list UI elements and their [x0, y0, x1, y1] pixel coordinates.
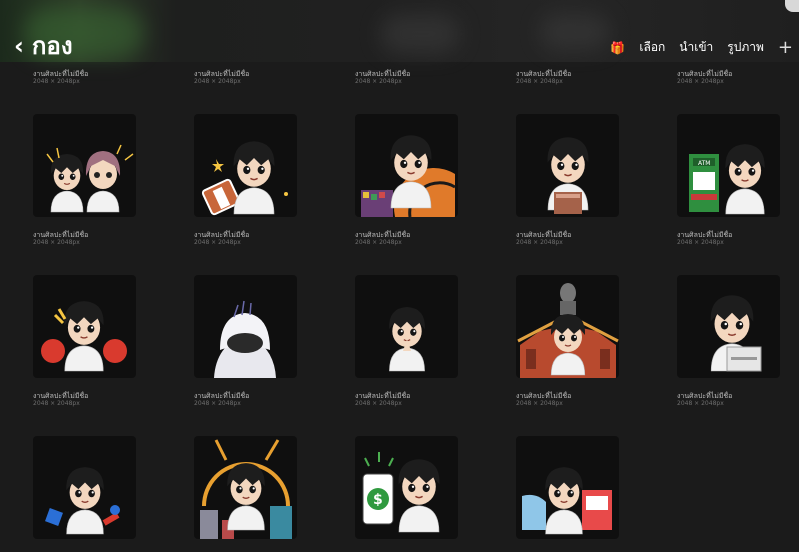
- sticker-boy-holding-paper-icon: [547, 137, 589, 214]
- artwork-thumbnail[interactable]: [355, 275, 458, 378]
- sticker-boy-money-phone-icon: $: [362, 452, 440, 533]
- artwork-label[interactable]: งานศิลปะที่ไม่มีชื่อ 2048 × 2048px: [33, 392, 153, 407]
- sticker-boy-temple-icon: [517, 283, 619, 378]
- sticker-two-friends-icon: [46, 144, 134, 213]
- sticker-boy-city-icon: [200, 439, 292, 539]
- artwork-dimensions: 2048 × 2048px: [677, 78, 724, 85]
- artwork-thumbnail[interactable]: ATM: [677, 114, 780, 217]
- artwork-thumbnail[interactable]: [33, 114, 136, 217]
- artwork-label[interactable]: งานศิลปะที่ไม่มีชื่อ 2048 × 2048px: [194, 231, 314, 246]
- artwork-title: งานศิลปะที่ไม่มีชื่อ: [677, 392, 733, 400]
- artwork-title: งานศิลปะที่ไม่มีชื่อ: [194, 392, 250, 400]
- sticker-boy-market-icon: [522, 467, 612, 535]
- artwork-title: งานศิลปะที่ไม่มีชื่อ: [33, 70, 89, 78]
- artwork-dimensions: 2048 × 2048px: [516, 239, 563, 246]
- artwork-thumbnail[interactable]: [516, 275, 619, 378]
- artwork-title: งานศิลปะที่ไม่มีชื่อ: [355, 231, 411, 239]
- artwork-thumbnail[interactable]: [677, 275, 780, 378]
- sticker-boy-with-goods-icon: [361, 135, 456, 217]
- artwork-title: งานศิลปะที่ไม่มีชื่อ: [677, 70, 733, 78]
- artwork-thumbnail[interactable]: [516, 114, 619, 217]
- artwork-dimensions: 2048 × 2048px: [194, 239, 241, 246]
- artwork-title: งานศิลปะที่ไม่มีชื่อ: [516, 231, 572, 239]
- artwork-dimensions: 2048 × 2048px: [516, 78, 563, 85]
- artwork-title: งานศิลปะที่ไม่มีชื่อ: [355, 70, 411, 78]
- artwork-label[interactable]: งานศิลปะที่ไม่มีชื่อ 2048 × 2048px: [194, 392, 314, 407]
- artwork-label[interactable]: งานศิลปะที่ไม่มีชื่อ 2048 × 2048px: [677, 231, 797, 246]
- artwork-label[interactable]: งานศิลปะที่ไม่มีชื่อ 2048 × 2048px: [355, 231, 475, 246]
- artwork-label[interactable]: งานศิลปะที่ไม่มีชื่อ 2048 × 2048px: [516, 392, 636, 407]
- sticker-boy-toys-icon: [45, 467, 120, 535]
- svg-text:$: $: [373, 492, 383, 508]
- artwork-thumbnail[interactable]: $: [355, 436, 458, 539]
- artwork-dimensions: 2048 × 2048px: [194, 78, 241, 85]
- artwork-dimensions: 2048 × 2048px: [33, 239, 80, 246]
- artwork-label[interactable]: งานศิลปะที่ไม่มีชื่อ 2048 × 2048px: [33, 70, 153, 85]
- sticker-boy-atm-icon: ATM: [689, 144, 765, 215]
- artwork-label[interactable]: งานศิลปะที่ไม่มีชื่อ 2048 × 2048px: [516, 231, 636, 246]
- artwork-title: งานศิลปะที่ไม่มีชื่อ: [677, 231, 733, 239]
- artwork-thumbnail[interactable]: [194, 436, 297, 539]
- artwork-title: งานศิลปะที่ไม่มีชื่อ: [516, 392, 572, 400]
- sticker-hooded-figure-icon: [214, 300, 276, 378]
- artwork-dimensions: 2048 × 2048px: [33, 78, 80, 85]
- artwork-dimensions: 2048 × 2048px: [355, 78, 402, 85]
- artwork-title: งานศิลปะที่ไม่มีชื่อ: [33, 392, 89, 400]
- artwork-dimensions: 2048 × 2048px: [355, 400, 402, 407]
- sticker-boy-drums-icon: [41, 301, 127, 372]
- artwork-label[interactable]: งานศิลปะที่ไม่มีชื่อ 2048 × 2048px: [355, 70, 475, 85]
- artwork-thumbnail[interactable]: [516, 436, 619, 539]
- artwork-label[interactable]: งานศิลปะที่ไม่มีชื่อ 2048 × 2048px: [516, 70, 636, 85]
- artwork-dimensions: 2048 × 2048px: [677, 239, 724, 246]
- artwork-grid: งานศิลปะที่ไม่มีชื่อ 2048 × 2048px งานศิลป…: [0, 0, 799, 552]
- artwork-dimensions: 2048 × 2048px: [355, 239, 402, 246]
- artwork-thumbnail[interactable]: [33, 275, 136, 378]
- sticker-boy-holding-sign-icon: [201, 141, 288, 216]
- artwork-dimensions: 2048 × 2048px: [33, 400, 80, 407]
- sticker-boy-praying-icon: [389, 307, 425, 372]
- sticker-boy-card-icon: [710, 295, 762, 372]
- artwork-thumbnail[interactable]: [194, 114, 297, 217]
- artwork-title: งานศิลปะที่ไม่มีชื่อ: [194, 231, 250, 239]
- artwork-dimensions: 2048 × 2048px: [516, 400, 563, 407]
- artwork-label[interactable]: งานศิลปะที่ไม่มีชื่อ 2048 × 2048px: [677, 70, 797, 85]
- artwork-dimensions: 2048 × 2048px: [677, 400, 724, 407]
- artwork-label[interactable]: งานศิลปะที่ไม่มีชื่อ 2048 × 2048px: [355, 392, 475, 407]
- artwork-title: งานศิลปะที่ไม่มีชื่อ: [355, 392, 411, 400]
- svg-text:ATM: ATM: [698, 160, 710, 167]
- artwork-label[interactable]: งานศิลปะที่ไม่มีชื่อ 2048 × 2048px: [33, 231, 153, 246]
- artwork-title: งานศิลปะที่ไม่มีชื่อ: [516, 70, 572, 78]
- artwork-dimensions: 2048 × 2048px: [194, 400, 241, 407]
- artwork-title: งานศิลปะที่ไม่มีชื่อ: [194, 70, 250, 78]
- artwork-thumbnail[interactable]: [355, 114, 458, 217]
- artwork-thumbnail[interactable]: [33, 436, 136, 539]
- artwork-label[interactable]: งานศิลปะที่ไม่มีชื่อ 2048 × 2048px: [194, 70, 314, 85]
- artwork-label[interactable]: งานศิลปะที่ไม่มีชื่อ 2048 × 2048px: [677, 392, 797, 407]
- artwork-title: งานศิลปะที่ไม่มีชื่อ: [33, 231, 89, 239]
- artwork-thumbnail[interactable]: [194, 275, 297, 378]
